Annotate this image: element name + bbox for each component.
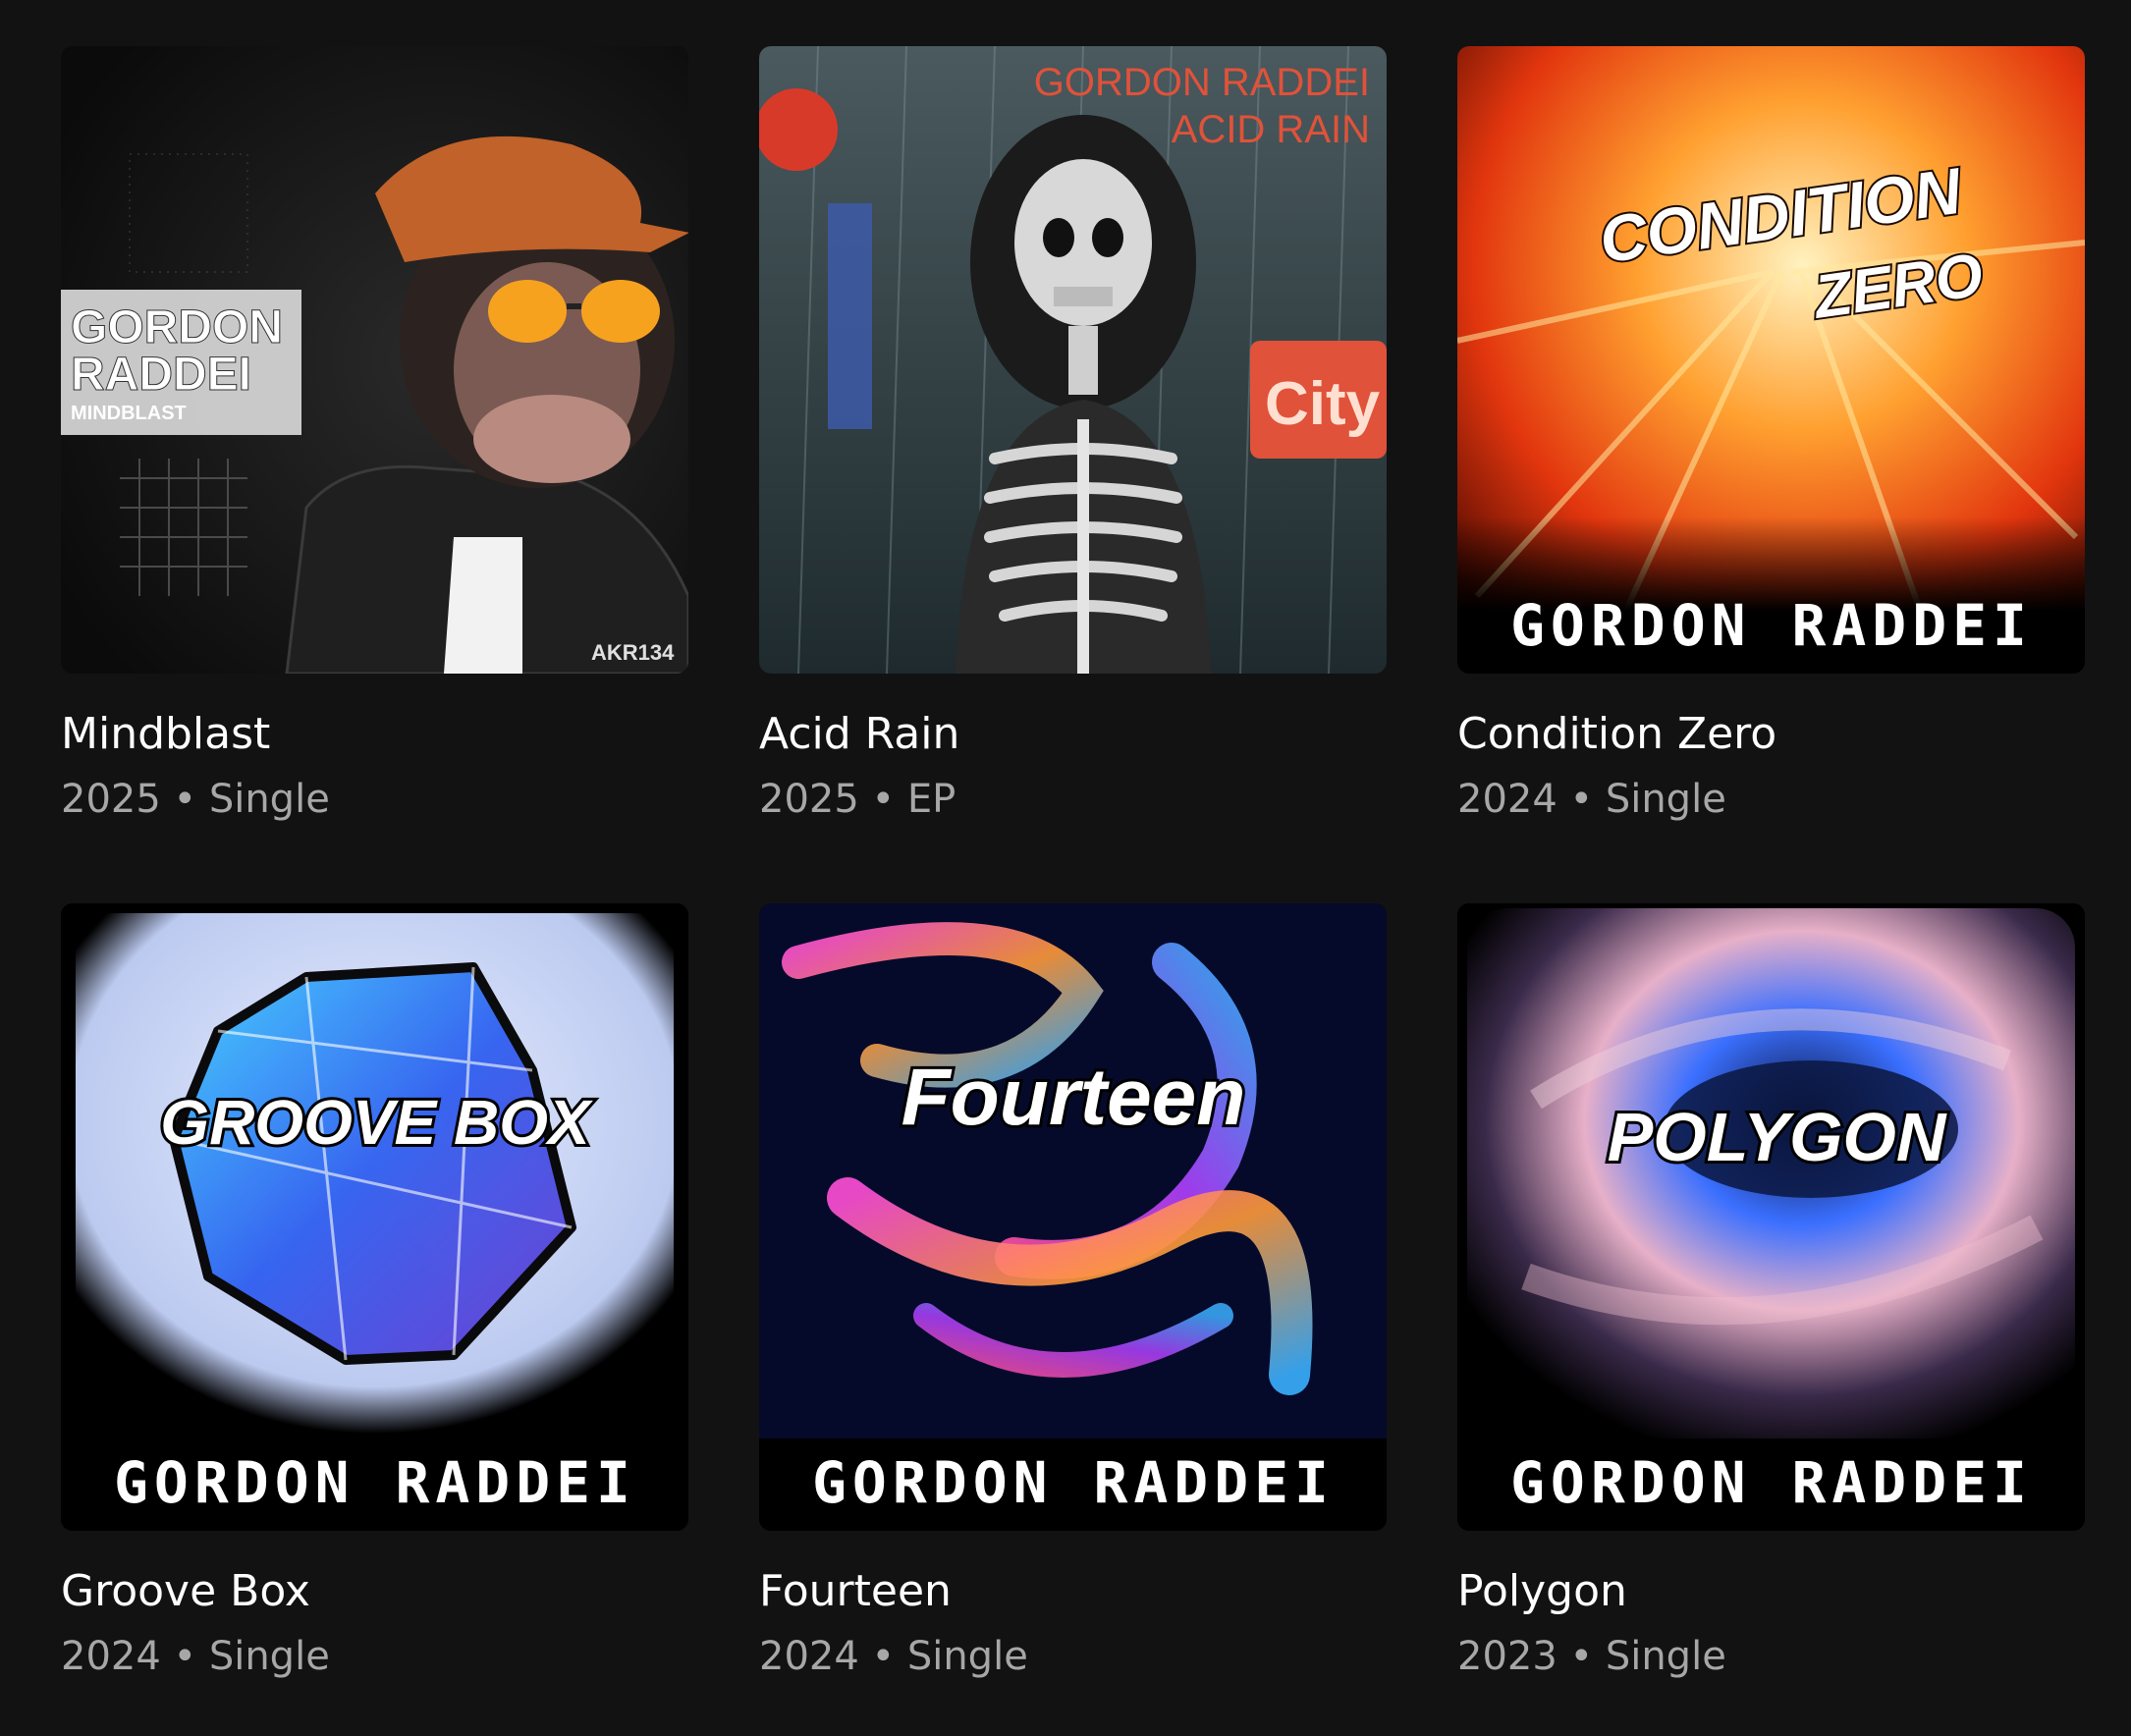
cover-artist: GORDON RADDEI <box>1510 592 2033 659</box>
album-cover-acid-rain[interactable]: City GORDON RADDEI ACID RAIN <box>759 46 1387 674</box>
release-title[interactable]: Groove Box <box>61 1564 688 1619</box>
cover-artist: GORDON RADDEI <box>1510 1449 2033 1516</box>
cover-artist: GORDON RADDEI <box>114 1449 636 1516</box>
release-card-groove-box[interactable]: GROOVE BOX GORDON RADDEI Groove Box 2024… <box>61 903 688 1699</box>
cover-artist-line1: GORDON <box>71 301 283 353</box>
release-type: Single <box>208 1634 330 1679</box>
cover-artist: GORDON RADDEI <box>1034 61 1370 104</box>
cover-art: GORDON RADDEI MINDBLAST AKR134 <box>61 46 688 674</box>
meta-separator: • <box>1569 1634 1594 1679</box>
meta-separator: • <box>173 1634 197 1679</box>
cover-catalog: AKR134 <box>591 640 675 665</box>
cover-art: CONDITION ZERO GORDON RADDEI <box>1457 46 2085 674</box>
album-cover-fourteen[interactable]: Fourteen GORDON RADDEI <box>759 903 1387 1531</box>
release-card-acid-rain[interactable]: City GORDON RADDEI ACID RAIN Acid Rain 2… <box>759 46 1387 841</box>
release-title[interactable]: Acid Rain <box>759 707 1387 762</box>
release-card-fourteen[interactable]: Fourteen GORDON RADDEI Fourteen 2024 • S… <box>759 903 1387 1699</box>
meta-separator: • <box>173 777 197 822</box>
album-cover-condition-zero[interactable]: CONDITION ZERO GORDON RADDEI <box>1457 46 2085 674</box>
release-meta: 2023 • Single <box>1457 1631 2085 1682</box>
release-year: 2024 <box>759 1634 859 1679</box>
release-year: 2025 <box>759 777 859 822</box>
release-card-polygon[interactable]: POLYGON GORDON RADDEI Polygon 2023 • Sin… <box>1457 903 2085 1699</box>
meta-separator: • <box>871 777 896 822</box>
release-type: Single <box>1605 1634 1726 1679</box>
release-year: 2023 <box>1457 1634 1557 1679</box>
release-type: Single <box>1605 777 1726 822</box>
cover-art: City GORDON RADDEI ACID RAIN <box>759 46 1387 674</box>
cover-art: GROOVE BOX GORDON RADDEI <box>61 903 688 1531</box>
release-meta: 2025 • Single <box>61 774 688 825</box>
meta-separator: • <box>1569 777 1594 822</box>
cover-label: GROOVE BOX <box>160 1087 593 1158</box>
cover-subtitle: ACID RAIN <box>1172 108 1370 151</box>
release-grid: GORDON RADDEI MINDBLAST AKR134 Mindblast… <box>61 46 2085 1699</box>
release-meta: 2024 • Single <box>1457 774 2085 825</box>
cover-art: Fourteen GORDON RADDEI <box>759 903 1387 1531</box>
release-meta: 2024 • Single <box>61 1631 688 1682</box>
album-cover-polygon[interactable]: POLYGON GORDON RADDEI <box>1457 903 2085 1531</box>
release-title[interactable]: Fourteen <box>759 1564 1387 1619</box>
release-meta: 2024 • Single <box>759 1631 1387 1682</box>
cover-art: POLYGON GORDON RADDEI <box>1457 903 2085 1531</box>
release-title[interactable]: Mindblast <box>61 707 688 762</box>
release-card-condition-zero[interactable]: CONDITION ZERO GORDON RADDEI Condition Z… <box>1457 46 2085 841</box>
cover-sign: City <box>1265 370 1381 438</box>
meta-separator: • <box>871 1634 896 1679</box>
cover-label: Fourteen <box>902 1053 1246 1142</box>
release-type: Single <box>208 777 330 822</box>
release-type: Single <box>906 1634 1028 1679</box>
cover-label: POLYGON <box>1608 1099 1947 1175</box>
release-meta: 2025 • EP <box>759 774 1387 825</box>
release-year: 2024 <box>61 1634 161 1679</box>
album-cover-mindblast[interactable]: GORDON RADDEI MINDBLAST AKR134 <box>61 46 688 674</box>
cover-subtitle: MINDBLAST <box>71 403 187 424</box>
release-title[interactable]: Polygon <box>1457 1564 2085 1619</box>
release-year: 2025 <box>61 777 161 822</box>
release-year: 2024 <box>1457 777 1557 822</box>
cover-artist: GORDON RADDEI <box>812 1449 1335 1516</box>
album-cover-groove-box[interactable]: GROOVE BOX GORDON RADDEI <box>61 903 688 1531</box>
release-card-mindblast[interactable]: GORDON RADDEI MINDBLAST AKR134 Mindblast… <box>61 46 688 841</box>
cover-artist-line2: RADDEI <box>71 349 251 401</box>
release-type: EP <box>906 777 956 822</box>
release-title[interactable]: Condition Zero <box>1457 707 2085 762</box>
